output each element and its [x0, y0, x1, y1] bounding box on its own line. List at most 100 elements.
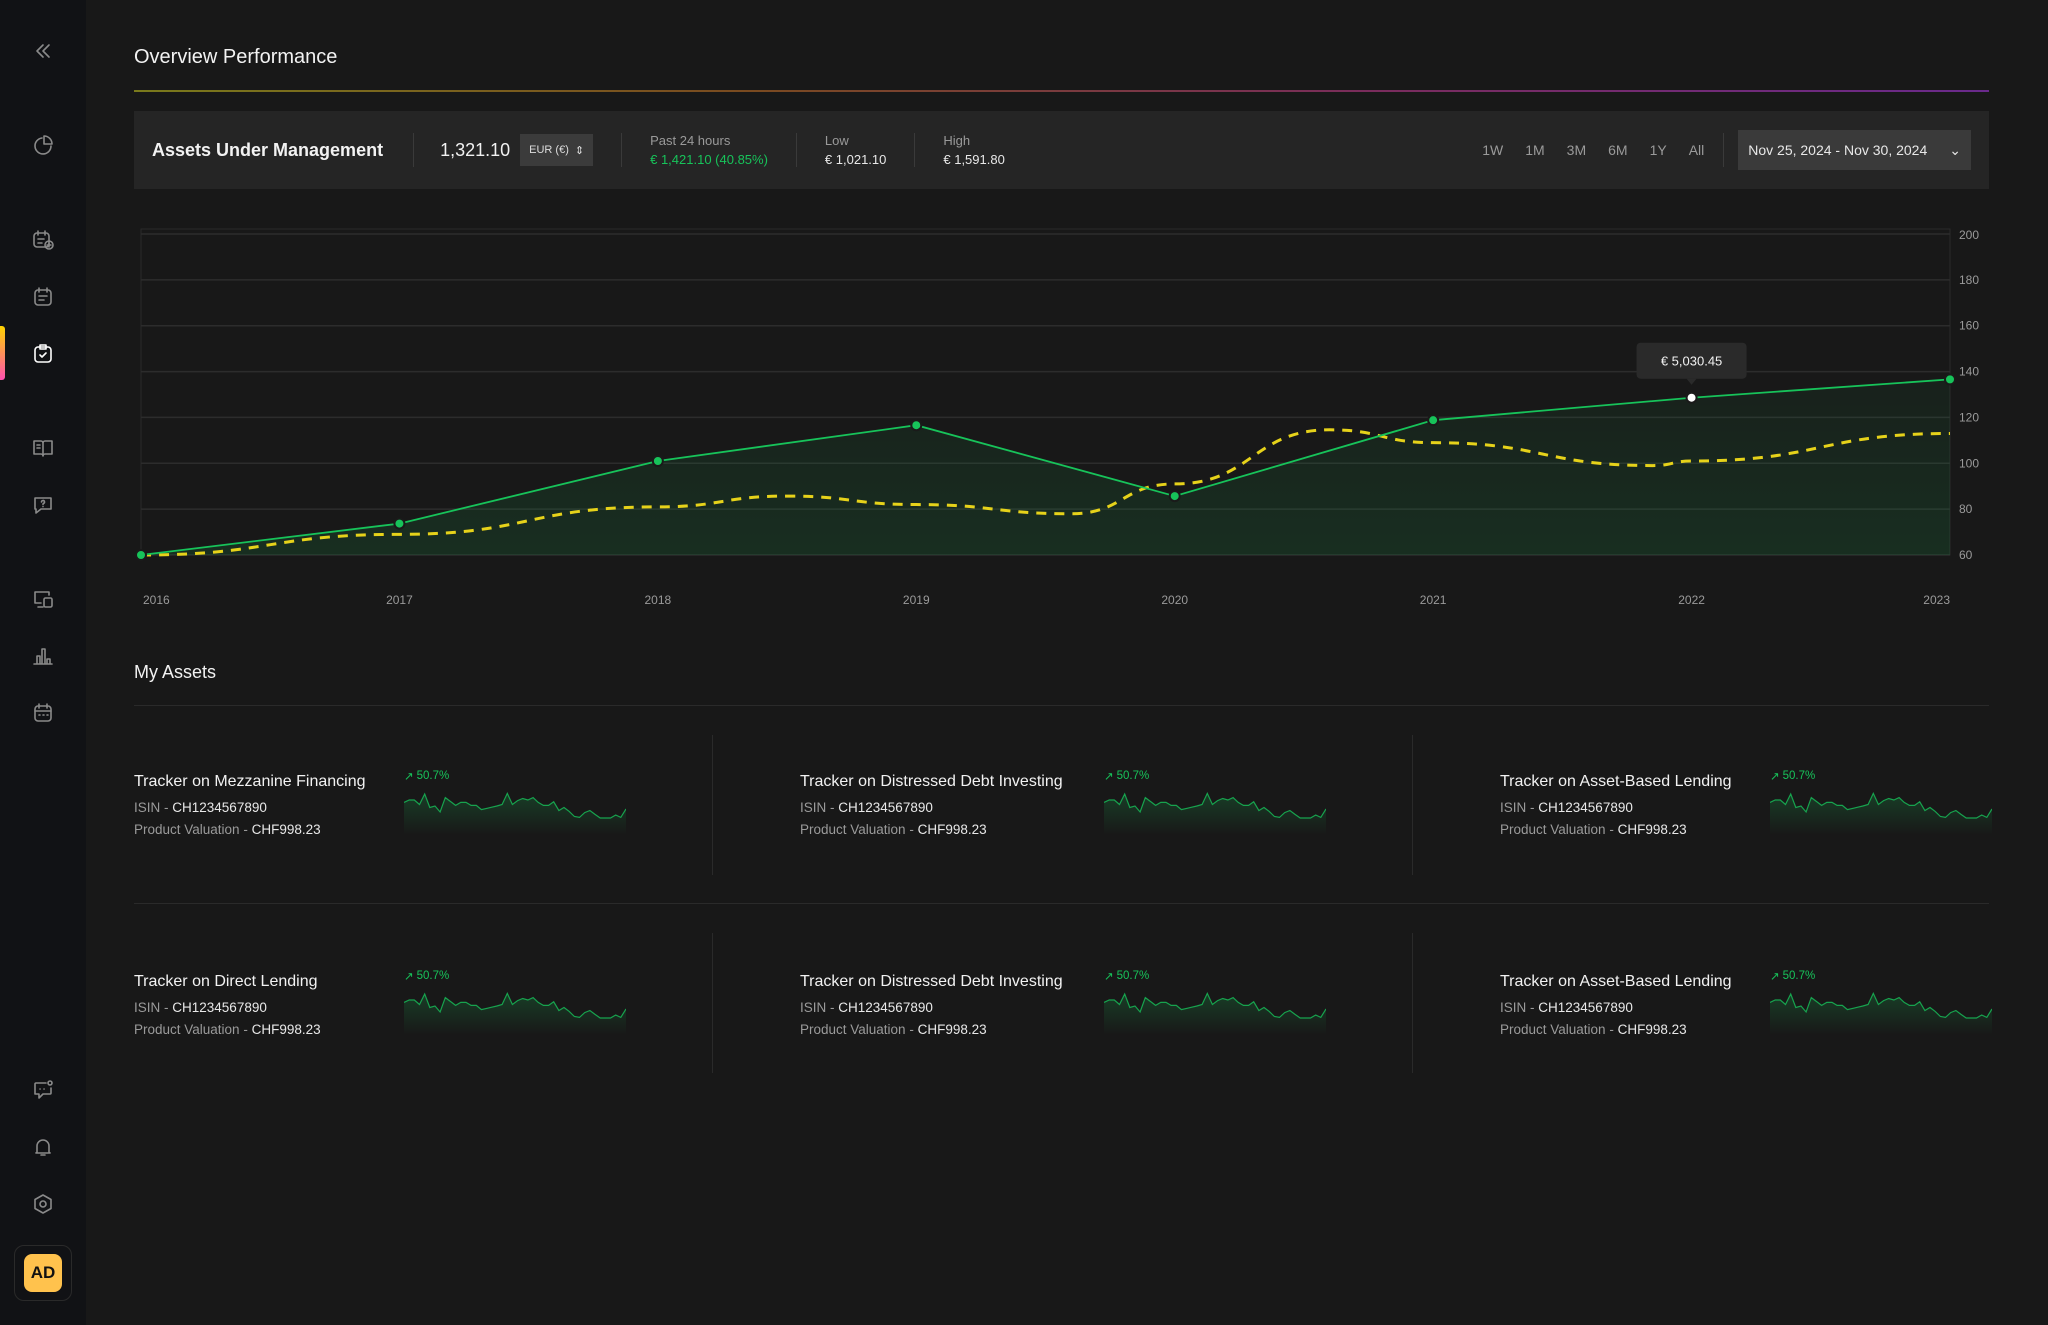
asset-card[interactable]: Tracker on Asset-Based Lending ISIN - CH… — [1500, 770, 2048, 863]
sparkline-area — [1104, 793, 1326, 835]
book-icon[interactable] — [28, 433, 58, 463]
asset-card[interactable]: Tracker on Direct Lending ISIN - CH12345… — [134, 970, 794, 1063]
tooltip-label: € 5,030.45 — [1661, 354, 1722, 369]
asset-change: ↗ 50.7% — [1770, 769, 1815, 783]
series-area — [141, 379, 1950, 555]
isin-label: ISIN - — [1500, 800, 1539, 815]
trend-up-icon: ↗ — [404, 771, 414, 783]
data-point — [651, 454, 664, 467]
y-tick-label: 180 — [1959, 273, 1979, 287]
pie-chart-icon[interactable] — [28, 130, 58, 160]
asset-card[interactable]: Tracker on Asset-Based Lending ISIN - CH… — [1500, 970, 2048, 1063]
row-divider — [134, 903, 1989, 904]
x-tick-label: 2022 — [1678, 593, 1705, 607]
isin-value: CH1234567890 — [1538, 1000, 1633, 1015]
date-range-value: Nov 25, 2024 - Nov 30, 2024 — [1748, 142, 1928, 158]
asset-valuation: Product Valuation - CHF998.23 — [1500, 1022, 1687, 1037]
updown-icon: ⇕ — [574, 144, 585, 157]
valuation-label: Product Valuation - — [1500, 1022, 1618, 1037]
divider — [413, 133, 415, 167]
currency-select[interactable]: EUR (€) ⇕ — [520, 134, 594, 166]
help-chat-icon[interactable] — [28, 490, 58, 520]
asset-isin: ISIN - CH1234567890 — [134, 1000, 267, 1015]
devices-icon[interactable] — [28, 584, 58, 614]
low-label: Low — [824, 133, 849, 148]
trend-up-icon: ↗ — [1770, 771, 1780, 783]
sidebar: AD — [0, 0, 86, 1325]
x-tick-label: 2016 — [143, 593, 170, 607]
asset-card[interactable]: Tracker on Mezzanine Financing ISIN - CH… — [134, 770, 794, 863]
asset-change: ↗ 50.7% — [404, 769, 449, 783]
past-label: Past 24 hours — [650, 133, 731, 148]
asset-sparkline — [1770, 791, 1992, 835]
change-value: 50.7% — [416, 970, 450, 982]
valuation-value: CHF998.23 — [1617, 1022, 1687, 1037]
isin-label: ISIN - — [1500, 1000, 1539, 1015]
low-value: € 1,021.10 — [824, 152, 887, 167]
asset-valuation: Product Valuation - CHF998.23 — [134, 1022, 321, 1037]
x-tick-label: 2023 — [1923, 593, 1950, 607]
isin-label: ISIN - — [134, 800, 173, 815]
valuation-value: CHF998.23 — [1617, 822, 1687, 837]
trend-up-icon: ↗ — [1770, 971, 1780, 983]
calendar-list-icon[interactable] — [28, 282, 58, 312]
asset-card[interactable]: Tracker on Distressed Debt Investing ISI… — [800, 970, 1460, 1063]
sparkline-area — [404, 793, 626, 835]
clipboard-check-icon[interactable] — [28, 339, 58, 369]
asset-name: Tracker on Distressed Debt Investing — [800, 773, 1063, 790]
asset-isin: ISIN - CH1234567890 — [134, 800, 267, 815]
asset-name: Tracker on Direct Lending — [134, 973, 318, 990]
asset-sparkline — [1104, 991, 1326, 1035]
y-tick-label: 120 — [1959, 410, 1979, 424]
x-tick-label: 2021 — [1420, 593, 1447, 607]
data-point — [1944, 373, 1956, 386]
avatar-button[interactable]: AD — [14, 1245, 72, 1301]
bar-chart-icon[interactable] — [28, 641, 58, 671]
chevron-down-icon: ⌄ — [1949, 141, 1961, 158]
change-value: 50.7% — [416, 770, 450, 782]
stats-bar: Assets Under Management 1,321.10 EUR (€)… — [134, 111, 1989, 189]
asset-name: Tracker on Asset-Based Lending — [1500, 973, 1732, 990]
change-value: 50.7% — [1116, 970, 1150, 982]
isin-value: CH1234567890 — [838, 800, 933, 815]
high-stat: High € 1,591.80 — [915, 133, 1032, 167]
range-1m[interactable]: 1M — [1514, 142, 1555, 158]
y-tick-label: 100 — [1959, 456, 1979, 470]
performance-chart: 200 180 160 140 120 100 80 60 2016 2017 2018 2019 20… — [135, 228, 1979, 607]
calendar-add-icon[interactable] — [28, 225, 58, 255]
range-1w[interactable]: 1W — [1471, 142, 1514, 158]
asset-sparkline — [404, 991, 626, 1035]
past-24h-stat: Past 24 hours € 1,421.10 (40.85%) — [622, 133, 796, 167]
section-divider — [134, 705, 1989, 706]
isin-value: CH1234567890 — [172, 1000, 267, 1015]
asset-isin: ISIN - CH1234567890 — [1500, 1000, 1633, 1015]
asset-change: ↗ 50.7% — [1104, 969, 1149, 983]
bell-icon[interactable] — [28, 1132, 58, 1162]
aum-label: Assets Under Management — [152, 139, 384, 160]
messages-icon[interactable] — [28, 1075, 58, 1105]
range-6m[interactable]: 6M — [1597, 142, 1638, 158]
high-value: € 1,591.80 — [943, 152, 1005, 167]
valuation-label: Product Valuation - — [800, 822, 918, 837]
y-tick-label: 200 — [1959, 228, 1979, 242]
active-indicator — [0, 326, 5, 380]
asset-name: Tracker on Distressed Debt Investing — [800, 973, 1063, 990]
my-assets-title: My Assets — [134, 662, 217, 682]
low-stat: Low € 1,021.10 — [797, 133, 914, 167]
range-3m[interactable]: 3M — [1556, 142, 1597, 158]
range-1y[interactable]: 1Y — [1639, 142, 1678, 158]
sparkline-area — [1770, 793, 1992, 835]
currency-value: EUR (€) — [529, 144, 569, 156]
avatar: AD — [24, 1254, 62, 1292]
asset-card[interactable]: Tracker on Distressed Debt Investing ISI… — [800, 770, 1460, 863]
calendar-icon[interactable] — [28, 698, 58, 728]
collapse-sidebar-icon[interactable] — [28, 36, 58, 66]
page-title: Overview Performance — [134, 46, 338, 68]
valuation-label: Product Valuation - — [134, 822, 252, 837]
date-range-picker[interactable]: Nov 25, 2024 - Nov 30, 2024 ⌄ — [1738, 130, 1971, 170]
settings-icon[interactable] — [28, 1189, 58, 1219]
asset-valuation: Product Valuation - CHF998.23 — [800, 1022, 987, 1037]
x-tick-label: 2020 — [1161, 593, 1188, 607]
asset-valuation: Product Valuation - CHF998.23 — [134, 822, 321, 837]
range-all[interactable]: All — [1678, 142, 1716, 158]
